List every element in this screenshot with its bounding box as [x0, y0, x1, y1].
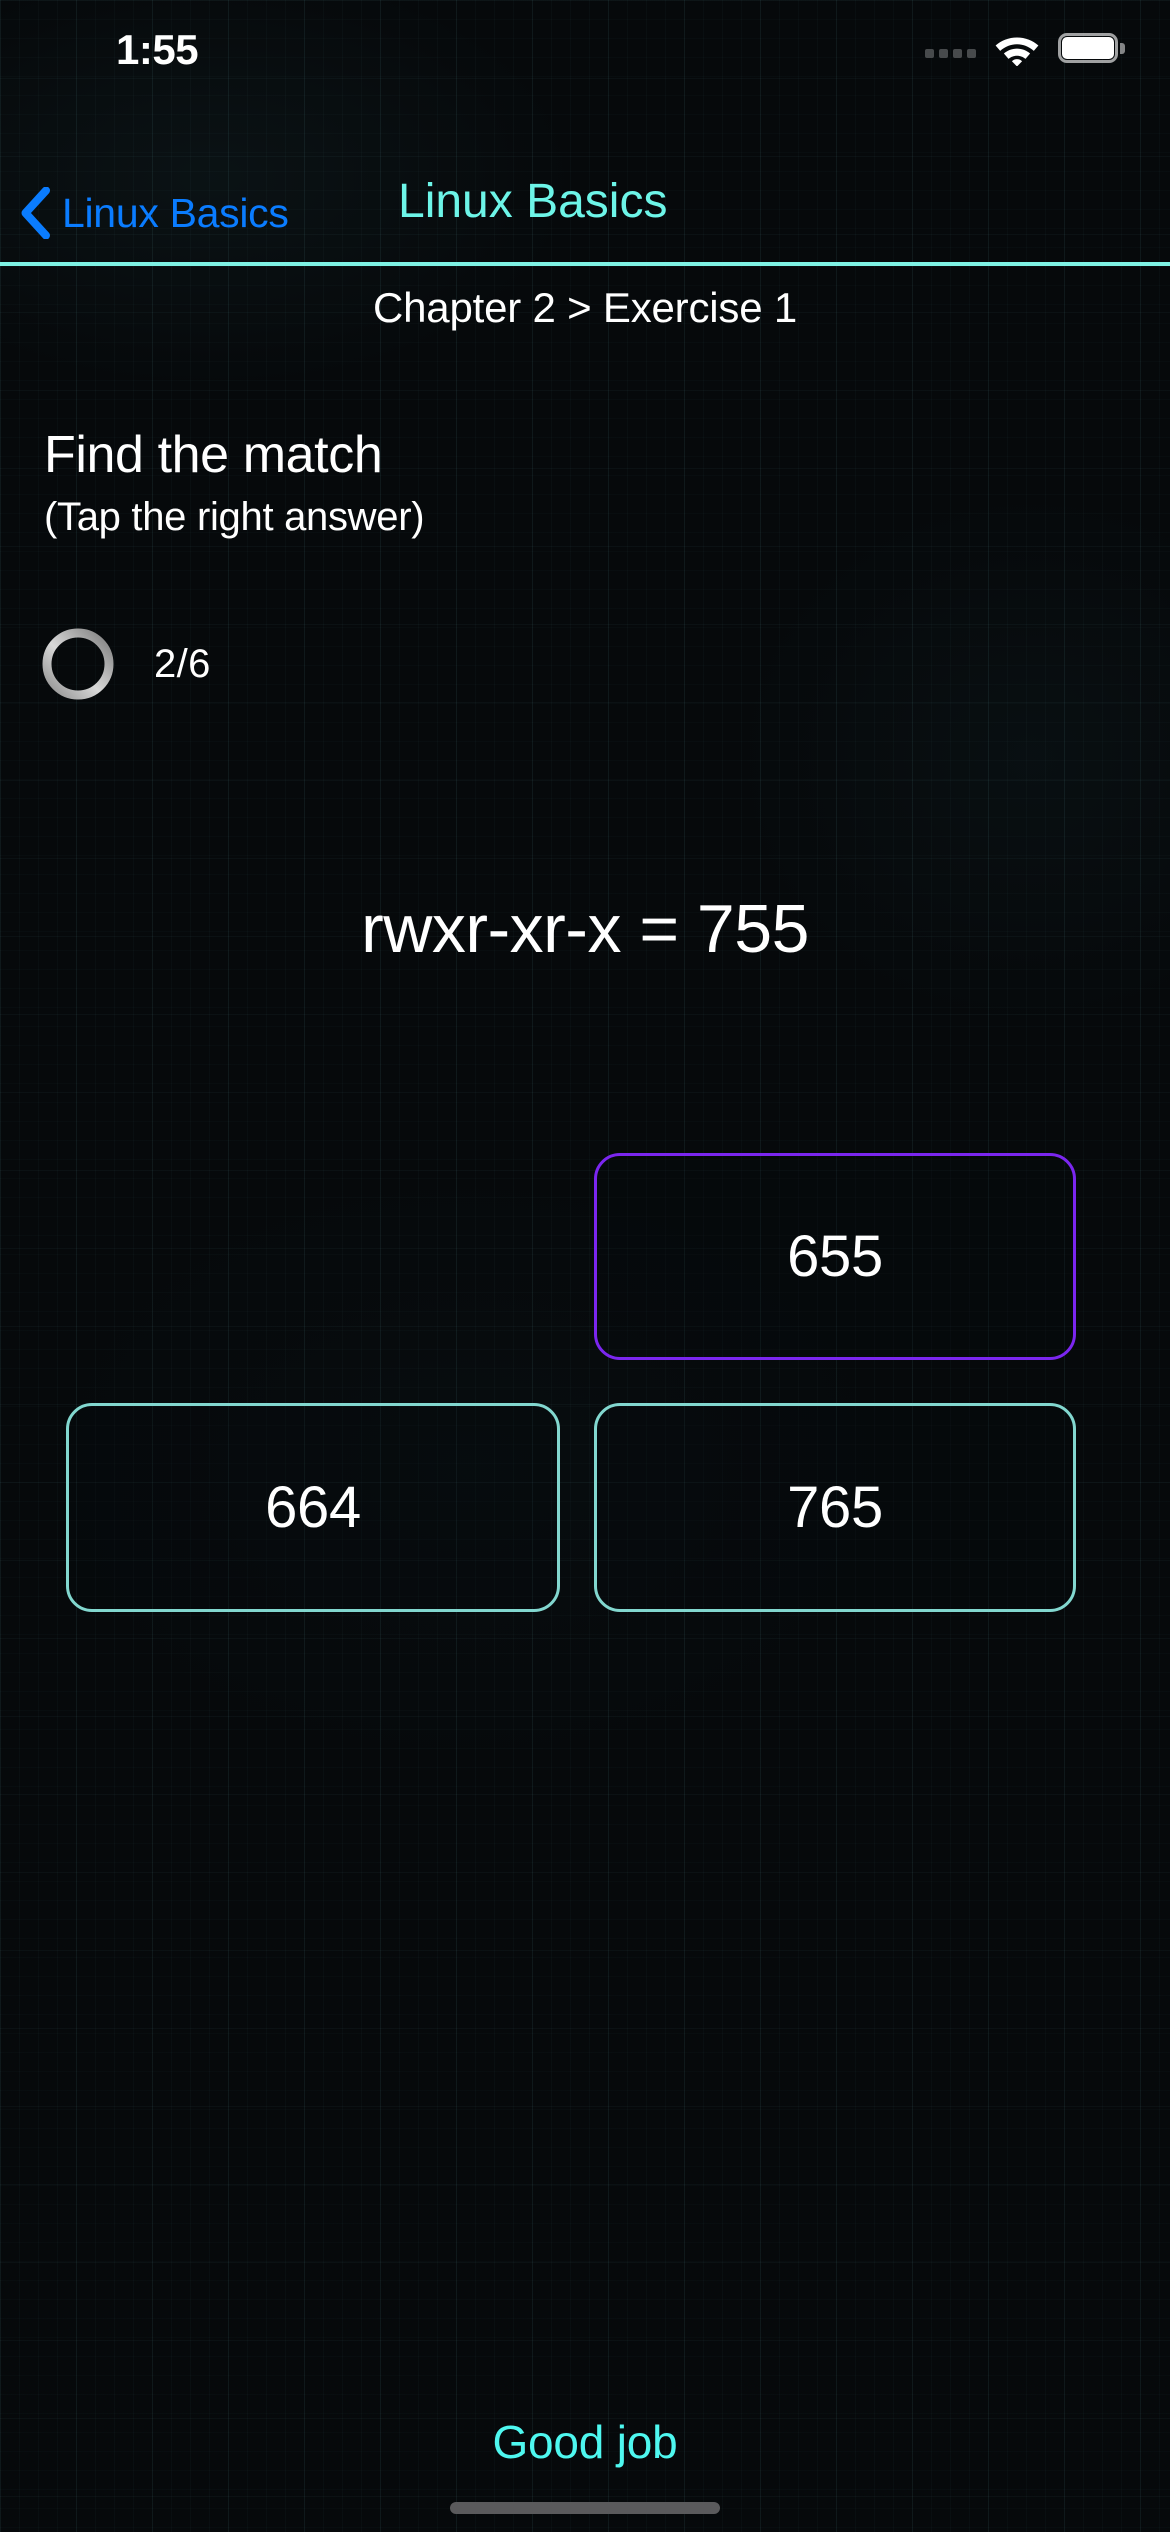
answer-option-655[interactable]: 655 — [594, 1153, 1076, 1360]
answer-option-label: 664 — [265, 1475, 361, 1540]
chevron-left-icon — [21, 187, 50, 239]
home-indicator[interactable] — [450, 2502, 720, 2514]
status-bar-indicators — [925, 26, 1125, 70]
prompt-block: Find the match (Tap the right answer) — [44, 426, 425, 540]
prompt-subtitle: (Tap the right answer) — [44, 494, 425, 539]
back-button-label: Linux Basics — [62, 189, 289, 236]
feedback-message: Good job — [492, 2416, 678, 2468]
battery-full-icon — [1058, 33, 1125, 63]
progress-ring-icon — [42, 628, 114, 700]
navigation-bar: Linux Basics Linux Basics — [0, 175, 1170, 260]
answer-option-label: 655 — [787, 1224, 883, 1289]
answer-option-765[interactable]: 765 — [594, 1403, 1076, 1612]
status-bar: 1:55 — [0, 0, 1170, 100]
answer-option-label: 765 — [787, 1475, 883, 1540]
back-button[interactable]: Linux Basics — [18, 178, 289, 248]
answer-option-664[interactable]: 664 — [66, 1403, 560, 1612]
nav-separator — [0, 262, 1170, 266]
progress-count-label: 2/6 — [154, 641, 211, 686]
progress-row: 2/6 — [40, 626, 211, 702]
wifi-icon — [995, 37, 1039, 66]
breadcrumb: Chapter 2 > Exercise 1 — [373, 284, 797, 331]
app-screen: 1:55 Linux Basics Linux Basics Chapter 2… — [0, 0, 1170, 2532]
page-title: Linux Basics — [398, 175, 668, 228]
status-bar-clock: 1:55 — [116, 26, 199, 73]
question-text: rwxr-xr-x = 755 — [361, 891, 809, 967]
prompt-title: Find the match — [44, 426, 383, 484]
cellular-dots-icon — [925, 48, 976, 58]
